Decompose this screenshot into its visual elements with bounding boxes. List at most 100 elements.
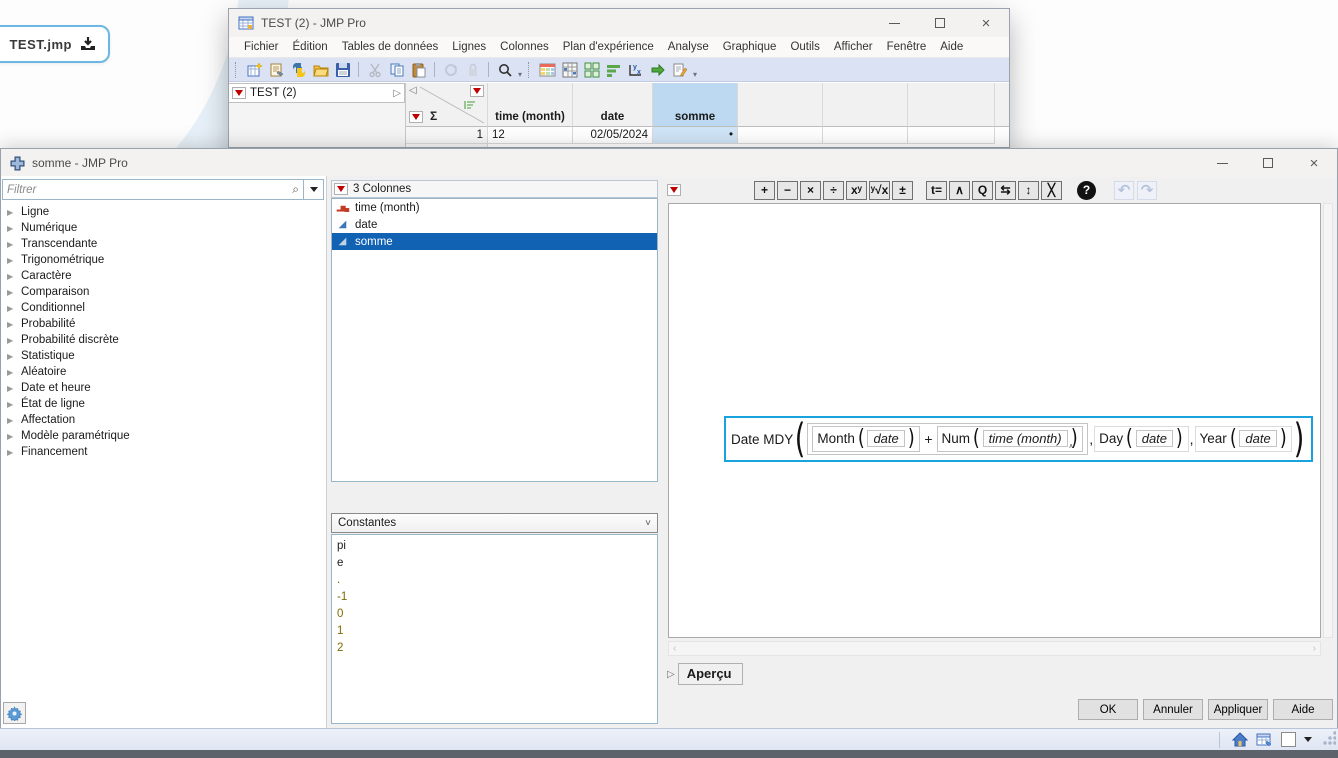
formula-term-sum[interactable]: Month ( date ) + Num ( time (month) ∧ ) <box>807 423 1089 455</box>
window-table-icon[interactable] <box>1256 732 1273 747</box>
column-list-item[interactable]: date <box>332 216 657 233</box>
ok-button[interactable]: OK <box>1078 699 1138 720</box>
function-category[interactable]: ▶ Modèle paramétrique <box>1 428 326 444</box>
formula-window-titlebar[interactable]: somme - JMP Pro × <box>1 149 1337 177</box>
copy-icon[interactable] <box>387 61 406 79</box>
chevron-right-icon[interactable]: ▶ <box>7 240 15 249</box>
column-list-item[interactable]: time (month) <box>332 199 657 216</box>
constant-item[interactable]: 0 <box>332 605 657 622</box>
chevron-right-icon[interactable]: ▶ <box>7 416 15 425</box>
chevron-right-icon[interactable]: ▶ <box>7 224 15 233</box>
journal-icon[interactable] <box>267 61 286 79</box>
toolbar-grip[interactable] <box>235 61 240 78</box>
column-header-date[interactable]: date <box>573 83 653 127</box>
edit-button[interactable]: ∧ <box>949 180 970 200</box>
red-triangle-menu-icon[interactable] <box>232 87 246 99</box>
operator-button[interactable]: × <box>800 180 821 200</box>
function-category[interactable]: ▶ Conditionnel <box>1 300 326 316</box>
edit-button[interactable]: ╳ <box>1041 180 1062 200</box>
apply-button[interactable]: Appliquer <box>1208 699 1268 720</box>
sigma-icon[interactable]: Σ <box>430 109 437 123</box>
function-category[interactable]: ▶ État de ligne <box>1 396 326 412</box>
menu-item[interactable]: Aide <box>933 41 970 53</box>
menu-item[interactable]: Fichier <box>237 41 286 53</box>
status-checkbox[interactable] <box>1281 732 1296 747</box>
constant-item[interactable]: -1 <box>332 588 657 605</box>
formula-term-day[interactable]: Day ( date ) <box>1094 426 1189 452</box>
chevron-right-icon[interactable]: ▶ <box>7 384 15 393</box>
menu-item[interactable]: Plan d'expérience <box>556 41 661 53</box>
panel-collapse-icon[interactable]: ▷ <box>393 88 401 99</box>
search-icon[interactable] <box>495 61 514 79</box>
chevron-right-icon[interactable]: ▶ <box>7 320 15 329</box>
function-category[interactable]: ▶ Comparaison <box>1 284 326 300</box>
help-button[interactable]: ? <box>1077 180 1096 200</box>
chevron-right-icon[interactable]: ▶ <box>7 208 15 217</box>
settings-button[interactable] <box>3 702 26 724</box>
horizontal-scrollbar[interactable]: ‹ › <box>668 641 1321 656</box>
formula-term-year[interactable]: Year ( date ) <box>1194 426 1293 452</box>
edit-button[interactable]: Q <box>972 180 993 200</box>
formula-arg-date[interactable]: date <box>1239 430 1277 448</box>
toolbar-overflow[interactable]: ▾ <box>693 70 697 81</box>
test-window-titlebar[interactable]: TEST (2) - JMP Pro × <box>229 9 1009 37</box>
menu-item[interactable]: Colonnes <box>493 41 556 53</box>
function-category[interactable]: ▶ Date et heure <box>1 380 326 396</box>
run-script-icon[interactable] <box>648 61 667 79</box>
tile-windows-icon[interactable] <box>582 61 601 79</box>
table-panel-header[interactable]: TEST (2) ▷ <box>229 83 405 103</box>
function-category[interactable]: ▶ Numérique <box>1 220 326 236</box>
chevron-right-icon[interactable]: ▶ <box>7 304 15 313</box>
collapse-columns-icon[interactable]: ◁ <box>409 85 417 96</box>
column-header-somme[interactable]: somme <box>653 83 738 127</box>
disclosure-triangle-icon[interactable]: ▷ <box>667 669 675 680</box>
column-header-empty[interactable] <box>908 83 995 127</box>
chevron-right-icon[interactable]: ▶ <box>7 352 15 361</box>
red-triangle-menu-icon[interactable] <box>334 183 348 195</box>
close-button[interactable]: × <box>963 9 1009 37</box>
operator-button[interactable]: ÷ <box>823 180 844 200</box>
cell-somme-missing[interactable]: • <box>653 127 738 144</box>
columns-menu-icon[interactable] <box>470 85 484 97</box>
column-header-empty[interactable] <box>823 83 908 127</box>
menu-item[interactable]: Fenêtre <box>880 41 934 53</box>
function-category[interactable]: ▶ Trigonométrique <box>1 252 326 268</box>
filter-input[interactable]: Filtrer ⌕ <box>2 179 304 200</box>
chevron-right-icon[interactable]: ▶ <box>7 272 15 281</box>
function-category[interactable]: ▶ Transcendante <box>1 236 326 252</box>
formula-term-num[interactable]: Num ( time (month) ∧ ) <box>936 426 1084 452</box>
formula-function-datemdy[interactable]: Date MDY <box>731 432 793 447</box>
filter-dropdown-button[interactable] <box>304 179 324 200</box>
paste-icon[interactable] <box>409 61 428 79</box>
chevron-right-icon[interactable]: ▶ <box>7 400 15 409</box>
function-category[interactable]: ▶ Statistique <box>1 348 326 364</box>
formula-canvas[interactable]: Date MDY ( Month ( date ) + Num ( time (… <box>668 203 1321 638</box>
menu-item[interactable]: Analyse <box>661 41 716 53</box>
menu-item[interactable]: Outils <box>783 41 826 53</box>
menu-item[interactable]: Lignes <box>445 41 493 53</box>
function-category[interactable]: ▶ Probabilité <box>1 316 326 332</box>
function-category[interactable]: ▶ Aléatoire <box>1 364 326 380</box>
formula-arg-date[interactable]: date <box>1135 430 1174 448</box>
chevron-right-icon[interactable]: ▶ <box>7 288 15 297</box>
script-editor-icon[interactable] <box>670 61 689 79</box>
vertical-scrollbar[interactable] <box>1323 203 1333 638</box>
menu-item[interactable]: Afficher <box>827 41 880 53</box>
column-header-empty[interactable] <box>738 83 823 127</box>
constant-item[interactable]: pi <box>332 537 657 554</box>
cell-date[interactable]: 02/05/2024 <box>573 127 653 144</box>
constant-item[interactable]: 1 <box>332 622 657 639</box>
red-triangle-menu-icon[interactable] <box>667 184 681 196</box>
operator-button[interactable]: + <box>754 180 775 200</box>
chevron-right-icon[interactable]: ▶ <box>7 256 15 265</box>
operator-button[interactable]: ʸ√x <box>869 180 890 200</box>
data-table-icon[interactable] <box>538 61 557 79</box>
plus-operator[interactable]: + <box>922 431 934 447</box>
constant-item[interactable]: e <box>332 554 657 571</box>
edit-button[interactable]: ↕ <box>1018 180 1039 200</box>
home-icon[interactable] <box>1232 732 1248 747</box>
function-category[interactable]: ▶ Financement <box>1 444 326 460</box>
menu-item[interactable]: Graphique <box>716 41 784 53</box>
recent-file-tab[interactable]: TEST.jmp <box>0 25 110 63</box>
status-dropdown-icon[interactable] <box>1304 737 1312 742</box>
